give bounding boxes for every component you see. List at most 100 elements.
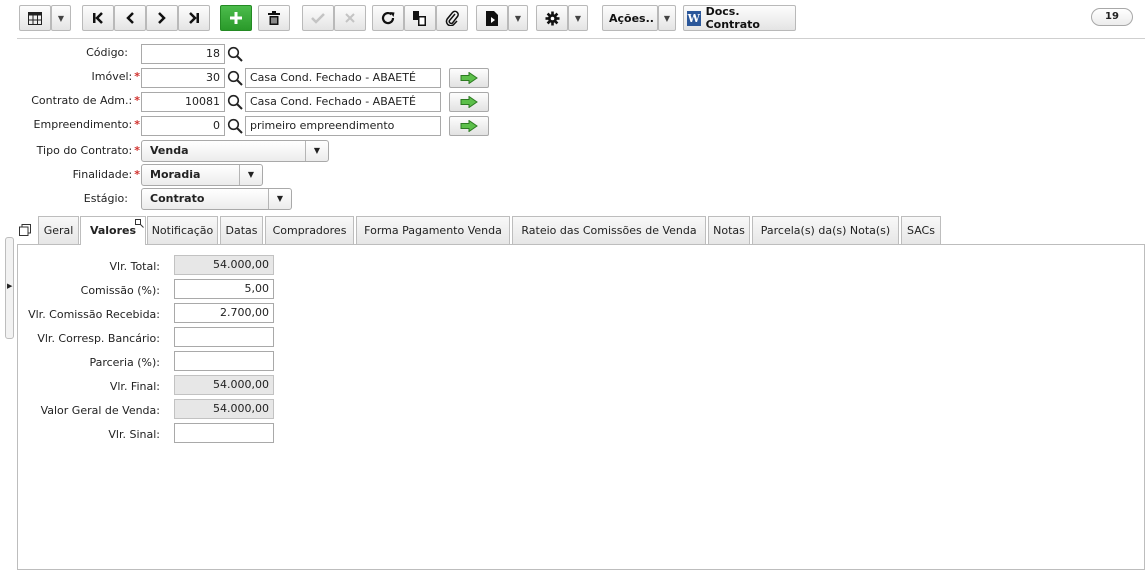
attach-button[interactable]	[436, 5, 468, 31]
tab-notas[interactable]: Notas	[708, 216, 750, 244]
chevron-down-icon: ▼	[305, 141, 328, 161]
tipo-contrato-label: Tipo do Contrato: *	[37, 144, 140, 157]
vlr-sinal-field[interactable]	[174, 423, 274, 443]
tab-rateio-comissoes[interactable]: Rateio das Comissões de Venda	[512, 216, 706, 244]
last-record-icon	[189, 12, 199, 24]
estagio-value: Contrato	[150, 192, 205, 205]
report-dropdown[interactable]: ▼	[508, 5, 528, 31]
settings-button[interactable]	[536, 5, 568, 31]
record-counter-badge[interactable]: 19	[1091, 8, 1133, 26]
confirm-button[interactable]	[302, 5, 334, 31]
valor-geral-venda-field[interactable]: 54.000,00	[174, 399, 274, 419]
valor-geral-venda-label: Valor Geral de Venda:	[40, 404, 160, 417]
required-mark: *	[134, 70, 140, 83]
previous-record-icon	[126, 12, 134, 24]
comissao-field[interactable]: 5,00	[174, 279, 274, 299]
chevron-down-icon: ▼	[268, 189, 291, 209]
imovel-label: Imóvel: *	[92, 70, 141, 83]
contrato-adm-code-field[interactable]: 10081	[141, 92, 225, 112]
estagio-label-text: Estágio:	[83, 192, 128, 205]
vlr-comissao-recebida-label: Vlr. Comissão Recebida:	[28, 308, 160, 321]
imovel-label-text: Imóvel:	[91, 70, 133, 83]
acoes-dropdown[interactable]: ▼	[658, 5, 676, 31]
tipo-contrato-value: Venda	[150, 144, 189, 157]
finalidade-value: Moradia	[150, 168, 201, 181]
codigo-field[interactable]: 18	[141, 44, 225, 64]
chevron-down-icon: ▼	[239, 165, 262, 185]
contrato-adm-go-button[interactable]	[449, 92, 489, 112]
vlr-comissao-recebida-field[interactable]: 2.700,00	[174, 303, 274, 323]
duplicate-button[interactable]	[404, 5, 436, 31]
detach-icon[interactable]	[135, 219, 144, 228]
empreendimento-label-text: Empreendimento:	[33, 118, 133, 131]
search-icon[interactable]	[227, 94, 243, 110]
cancel-button[interactable]	[334, 5, 366, 31]
restore-window-icon[interactable]	[19, 224, 31, 236]
search-icon[interactable]	[227, 118, 243, 134]
required-mark: *	[134, 94, 140, 107]
imovel-go-button[interactable]	[449, 68, 489, 88]
search-icon[interactable]	[227, 46, 243, 62]
parceria-label: Parceria (%):	[89, 356, 160, 369]
vlr-sinal-label: Vlr. Sinal:	[108, 428, 160, 441]
refresh-button[interactable]	[372, 5, 404, 31]
codigo-label-text: Código:	[86, 46, 128, 59]
finalidade-label-text: Finalidade:	[72, 168, 133, 181]
tipo-contrato-select[interactable]: Venda ▼	[141, 140, 329, 162]
grid-view-button[interactable]	[19, 5, 51, 31]
tab-valores[interactable]: Valores	[80, 216, 146, 245]
add-button[interactable]	[220, 5, 252, 31]
contrato-adm-label: Contrato de Adm.: *	[31, 94, 140, 107]
finalidade-select[interactable]: Moradia ▼	[141, 164, 263, 186]
empreendimento-code-field[interactable]: 0	[141, 116, 225, 136]
paperclip-icon	[445, 10, 459, 26]
tab-forma-pagamento-venda[interactable]: Forma Pagamento Venda	[356, 216, 510, 244]
arrow-right-icon	[460, 96, 478, 108]
vlr-total-field[interactable]: 54.000,00	[174, 255, 274, 275]
chevron-down-icon: ▼	[663, 13, 671, 23]
search-icon[interactable]	[227, 70, 243, 86]
acoes-label: Ações..	[609, 11, 654, 25]
imovel-code-field[interactable]: 30	[141, 68, 225, 88]
refresh-icon	[381, 11, 395, 25]
previous-record-button[interactable]	[114, 5, 146, 31]
docs-contrato-button[interactable]: W Docs. Contrato	[683, 5, 796, 31]
docs-contrato-label: Docs. Contrato	[705, 5, 760, 31]
tab-sacs[interactable]: SACs	[901, 216, 941, 244]
last-record-button[interactable]	[178, 5, 210, 31]
tab-compradores[interactable]: Compradores	[265, 216, 354, 244]
settings-dropdown[interactable]: ▼	[568, 5, 588, 31]
chevron-down-icon: ▼	[57, 13, 65, 23]
close-icon	[345, 13, 355, 23]
empreendimento-description-field[interactable]: primeiro empreendimento	[245, 116, 441, 136]
tab-datas[interactable]: Datas	[220, 216, 263, 244]
check-icon	[311, 13, 325, 24]
report-icon	[486, 10, 498, 26]
imovel-description-field[interactable]: Casa Cond. Fechado - ABAETÉ	[245, 68, 441, 88]
empreendimento-go-button[interactable]	[449, 116, 489, 136]
grid-view-dropdown[interactable]: ▼	[51, 5, 71, 31]
parceria-field[interactable]	[174, 351, 274, 371]
tab-notificacao[interactable]: Notificação	[147, 216, 218, 244]
vlr-final-label: Vlr. Final:	[109, 380, 160, 393]
chevron-down-icon: ▼	[514, 13, 522, 23]
next-record-icon	[158, 12, 166, 24]
gear-icon	[545, 11, 559, 25]
empreendimento-label: Empreendimento: *	[34, 118, 140, 131]
vlr-final-field[interactable]: 54.000,00	[174, 375, 274, 395]
codigo-label: Código:	[86, 46, 128, 59]
add-icon	[230, 12, 242, 24]
contrato-adm-description-field[interactable]: Casa Cond. Fechado - ABAETÉ	[245, 92, 441, 112]
word-icon: W	[687, 10, 701, 26]
next-record-button[interactable]	[146, 5, 178, 31]
report-button[interactable]	[476, 5, 508, 31]
delete-button[interactable]	[258, 5, 290, 31]
tab-parcelas-notas[interactable]: Parcela(s) da(s) Nota(s)	[752, 216, 899, 244]
vlr-corresp-bancario-field[interactable]	[174, 327, 274, 347]
first-record-button[interactable]	[82, 5, 114, 31]
estagio-select[interactable]: Contrato ▼	[141, 188, 292, 210]
tab-geral[interactable]: Geral	[38, 216, 79, 244]
acoes-button[interactable]: Ações..	[602, 5, 658, 31]
vlr-corresp-bancario-label: Vlr. Corresp. Bancário:	[37, 332, 160, 345]
comissao-label: Comissão (%):	[80, 284, 160, 297]
